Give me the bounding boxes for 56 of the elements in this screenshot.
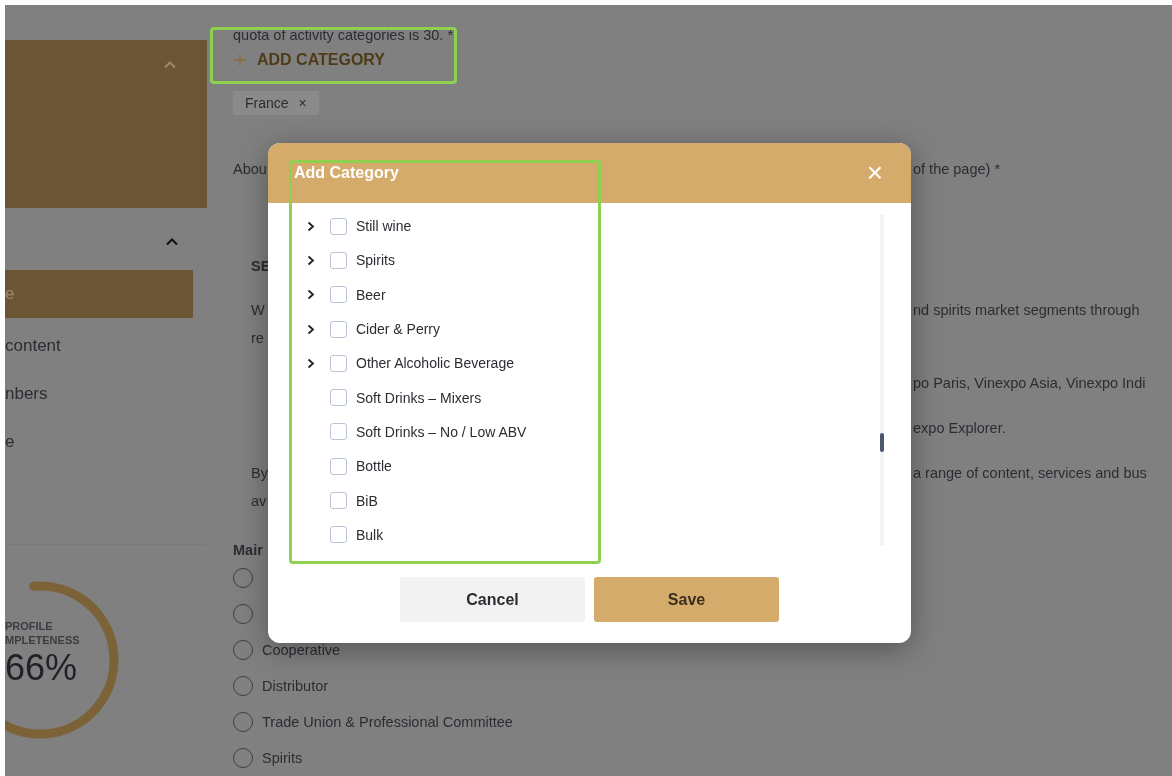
paragraph-text: po Paris, Vinexpo Asia, Vinexpo Indi [913, 374, 1146, 393]
field-label: of the page) * [913, 160, 1001, 179]
paragraph-text: a range of content, services and bus [913, 464, 1147, 483]
tag-label: France [245, 95, 289, 112]
checkbox[interactable] [330, 389, 347, 407]
category-label: Soft Drinks – No / Low ABV [356, 423, 527, 440]
checkbox[interactable] [330, 423, 347, 441]
dialog-title: Add Category [294, 164, 399, 182]
profile-label: PROFILE [5, 619, 53, 633]
category-label: Still wine [356, 218, 412, 235]
category-label: Bulk [356, 526, 384, 543]
checkbox[interactable] [330, 492, 347, 509]
paragraph-text: re [251, 329, 264, 348]
chevron-right-icon [307, 289, 315, 301]
paragraph-text: av [251, 492, 267, 511]
category-label: Soft Drinks – Mixers [356, 389, 482, 406]
radio-label: Spirits [262, 750, 303, 766]
chevron-up-icon[interactable] [165, 236, 179, 246]
save-button[interactable]: Save [594, 577, 779, 622]
checkbox[interactable] [330, 320, 347, 338]
remove-tag-button[interactable]: × [298, 95, 307, 112]
category-label: BiB [356, 492, 378, 509]
checkbox[interactable] [330, 457, 347, 475]
field-label: Abou [233, 160, 267, 179]
checkbox[interactable] [330, 526, 347, 544]
category-label: Cider & Perry [356, 321, 441, 338]
checkbox[interactable] [330, 217, 347, 235]
cancel-button[interactable]: Cancel [400, 577, 585, 622]
chevron-right-icon [307, 254, 315, 266]
category-label: Spirits [356, 252, 395, 269]
chevron-right-icon [307, 323, 315, 335]
category-label: Beer [356, 286, 386, 303]
add-category-button[interactable]: ADD CATEGORY [233, 48, 385, 73]
radio-label: Distributor [262, 678, 329, 694]
profile-percentage: 66% [5, 647, 78, 689]
checkbox[interactable] [330, 286, 347, 304]
checkbox[interactable] [330, 354, 347, 372]
checkbox[interactable] [330, 251, 347, 269]
sidebar-item[interactable]: nbers [5, 370, 207, 418]
paragraph-text: expo Explorer. [913, 419, 1006, 438]
paragraph-text: By [251, 464, 268, 483]
profile-label: MPLETENESS [5, 633, 80, 647]
chevron-right-icon [307, 357, 315, 369]
close-button[interactable]: × [866, 159, 883, 187]
chevron-right-icon [307, 220, 315, 232]
field-label: Mair [233, 541, 263, 560]
radio-label: Trade Union & Professional Committee [262, 714, 513, 730]
sidebar-item[interactable]: content [5, 322, 207, 370]
radio-label: Cooperative [262, 642, 341, 658]
plus-icon [233, 53, 247, 68]
category-label: Bottle [356, 458, 392, 475]
paragraph-text: nd spirits market segments through [913, 301, 1140, 320]
chevron-up-icon[interactable] [163, 60, 177, 69]
paragraph-text: W [251, 301, 265, 320]
category-label: Other Alcoholic Beverage [356, 355, 514, 372]
sidebar-item[interactable]: e [5, 418, 207, 466]
